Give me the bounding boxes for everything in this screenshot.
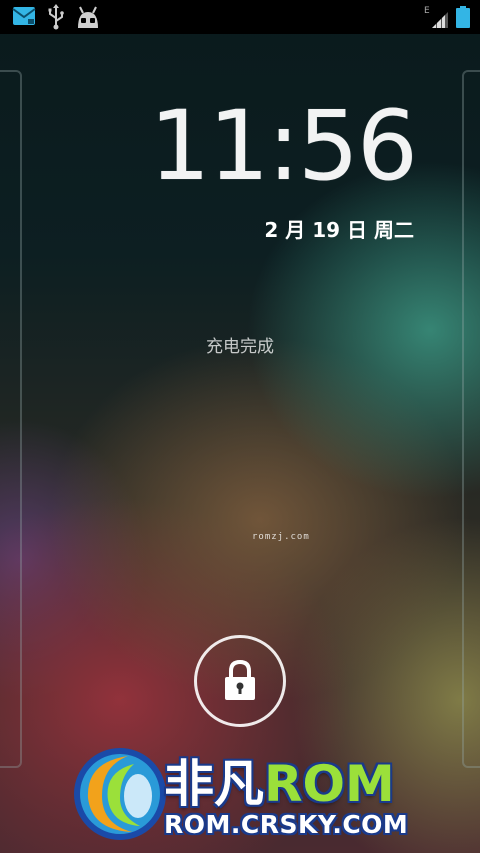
clock-hour: 11 [149,90,269,202]
status-bar[interactable]: E [0,0,480,34]
logo-title-cn: 非凡 [164,755,264,813]
widget-page-right[interactable] [462,70,480,768]
logo-title-rom: ROM [264,755,395,813]
network-type-label: E [424,6,430,16]
android-robot-icon [78,6,98,28]
lockscreen: E 11:56 2 月 19 日 周二 充电完成 romzj.com 非凡ROM… [0,0,480,853]
clock: 11:56 [149,96,418,196]
crsky-logo-icon [74,748,166,840]
widget-page-left[interactable] [0,70,22,768]
lock-icon [225,659,255,700]
gmail-icon [12,7,36,25]
unlock-button[interactable] [194,635,286,727]
usb-icon [48,4,64,30]
center-watermark: romzj.com [252,532,310,542]
charging-status: 充电完成 [206,337,274,357]
logo-url: ROM.CRSKY.COM [164,810,409,839]
clock-separator: : [267,90,300,202]
signal-icon: E [424,6,448,28]
date-label: 2 月 19 日 周二 [264,218,414,242]
battery-icon [456,6,470,28]
logo-title: 非凡ROM [164,758,395,810]
clock-minute: 56 [297,90,418,202]
